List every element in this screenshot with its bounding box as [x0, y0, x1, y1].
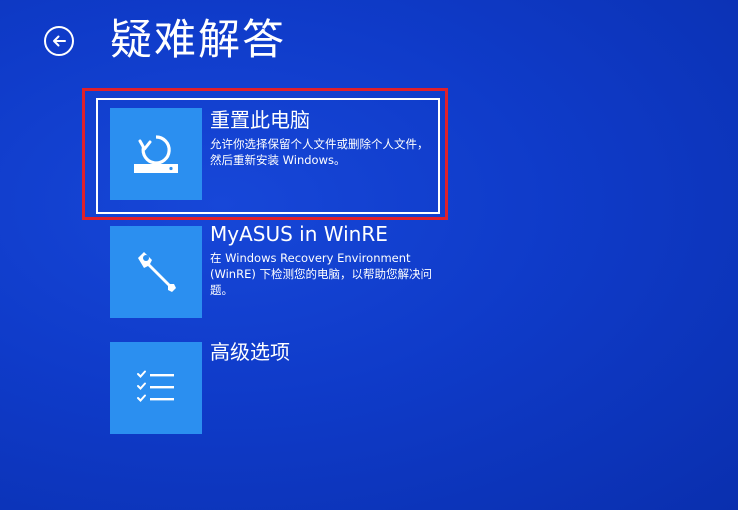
- reset-pc-icon: [134, 135, 178, 173]
- option-title: 高级选项: [210, 340, 290, 364]
- option-title: 重置此电脑: [210, 108, 310, 132]
- option-myasus-winre[interactable]: MyASUS in WinRE 在 Windows Recovery Envir…: [110, 222, 432, 318]
- page-title: 疑难解答: [110, 15, 287, 64]
- option-title: MyASUS in WinRE: [210, 222, 388, 246]
- option-tile: [110, 226, 202, 318]
- back-arrow-icon: [53, 35, 66, 47]
- back-button[interactable]: [44, 26, 74, 56]
- option-tile: [110, 108, 202, 200]
- option-tile: [110, 342, 202, 434]
- option-advanced[interactable]: 高级选项: [110, 340, 290, 434]
- option-description: 允许你选择保留个人文件或删除个人文件，然后重新安装 Windows。: [210, 137, 429, 167]
- option-description: 在 Windows Recovery Environment (WinRE) 下…: [210, 251, 432, 297]
- checklist-icon: [137, 370, 174, 402]
- option-reset-pc[interactable]: 重置此电脑 允许你选择保留个人文件或删除个人文件，然后重新安装 Windows。: [96, 98, 440, 214]
- wrench-icon: [138, 252, 176, 292]
